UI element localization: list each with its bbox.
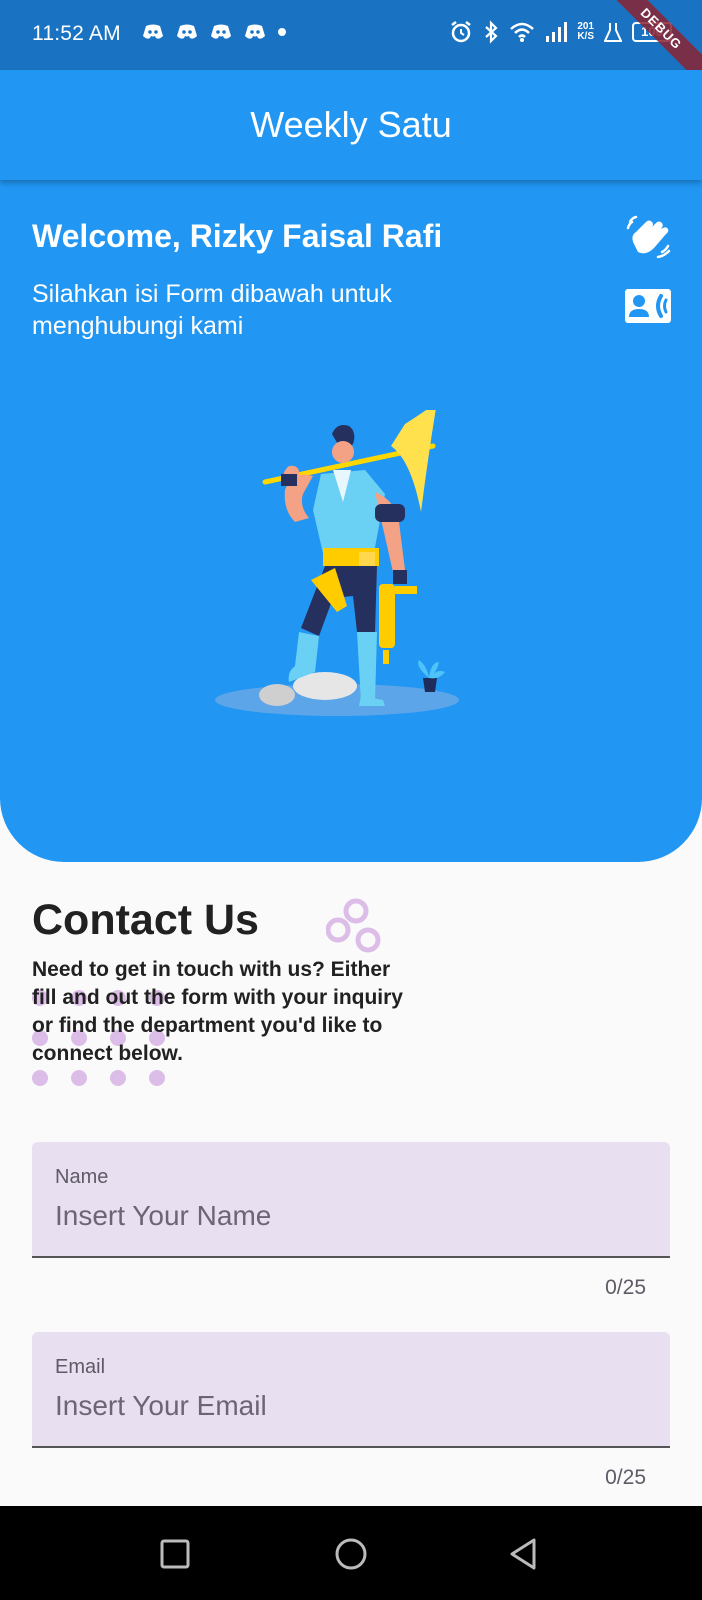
bluetooth-icon <box>485 20 498 44</box>
contact-card-icon <box>625 289 671 323</box>
welcome-title: Welcome, Rizky Faisal Rafi <box>32 218 443 254</box>
waving-hand-icon <box>626 215 671 259</box>
welcome-subtitle: Silahkan isi Form dibawah untuk menghubu… <box>32 280 392 340</box>
back-triangle-icon[interactable] <box>504 1534 544 1574</box>
decorative-circles <box>326 898 381 953</box>
app-title: Weekly Satu <box>250 104 452 145</box>
app-screen: 11:52 AM 201 K/S 100 DEBUG Weekly Satu W… <box>0 0 702 1600</box>
miner-illustration <box>215 410 459 716</box>
email-input[interactable] <box>55 1390 645 1422</box>
email-field[interactable]: Email <box>32 1332 670 1448</box>
name-field-label: Name <box>55 1166 109 1188</box>
contact-description: Need to get in touch with us? Either fil… <box>32 958 403 1065</box>
name-field[interactable]: Name <box>32 1142 670 1258</box>
discord-icon <box>177 24 197 39</box>
discord-icon <box>143 24 163 39</box>
net-speed-unit: K/S <box>577 31 594 42</box>
flask-icon <box>604 23 622 42</box>
system-nav-bar <box>0 1506 702 1600</box>
wifi-icon <box>510 22 535 42</box>
email-char-counter: 0/25 <box>605 1466 646 1489</box>
name-char-counter: 0/25 <box>605 1276 646 1299</box>
recents-square-icon[interactable] <box>155 1534 195 1574</box>
status-time: 11:52 AM <box>32 22 121 45</box>
signal-icon <box>546 22 568 42</box>
name-input[interactable] <box>55 1200 645 1232</box>
net-speed: 201 K/S <box>577 22 594 42</box>
discord-icon <box>211 24 231 39</box>
home-circle-icon[interactable] <box>331 1534 371 1574</box>
system-icons: 201 K/S 100 <box>449 20 672 44</box>
contact-title: Contact Us <box>32 896 259 944</box>
alarm-icon <box>451 21 472 43</box>
dot-icon <box>278 28 286 36</box>
notification-icons <box>142 24 286 40</box>
email-field-label: Email <box>55 1356 106 1378</box>
discord-icon <box>245 24 265 39</box>
app-bar: Weekly Satu <box>0 70 702 180</box>
hero-section: Welcome, Rizky Faisal Rafi Silahkan isi … <box>0 180 702 862</box>
status-bar: 11:52 AM 201 K/S 100 DEBUG <box>0 0 702 97</box>
